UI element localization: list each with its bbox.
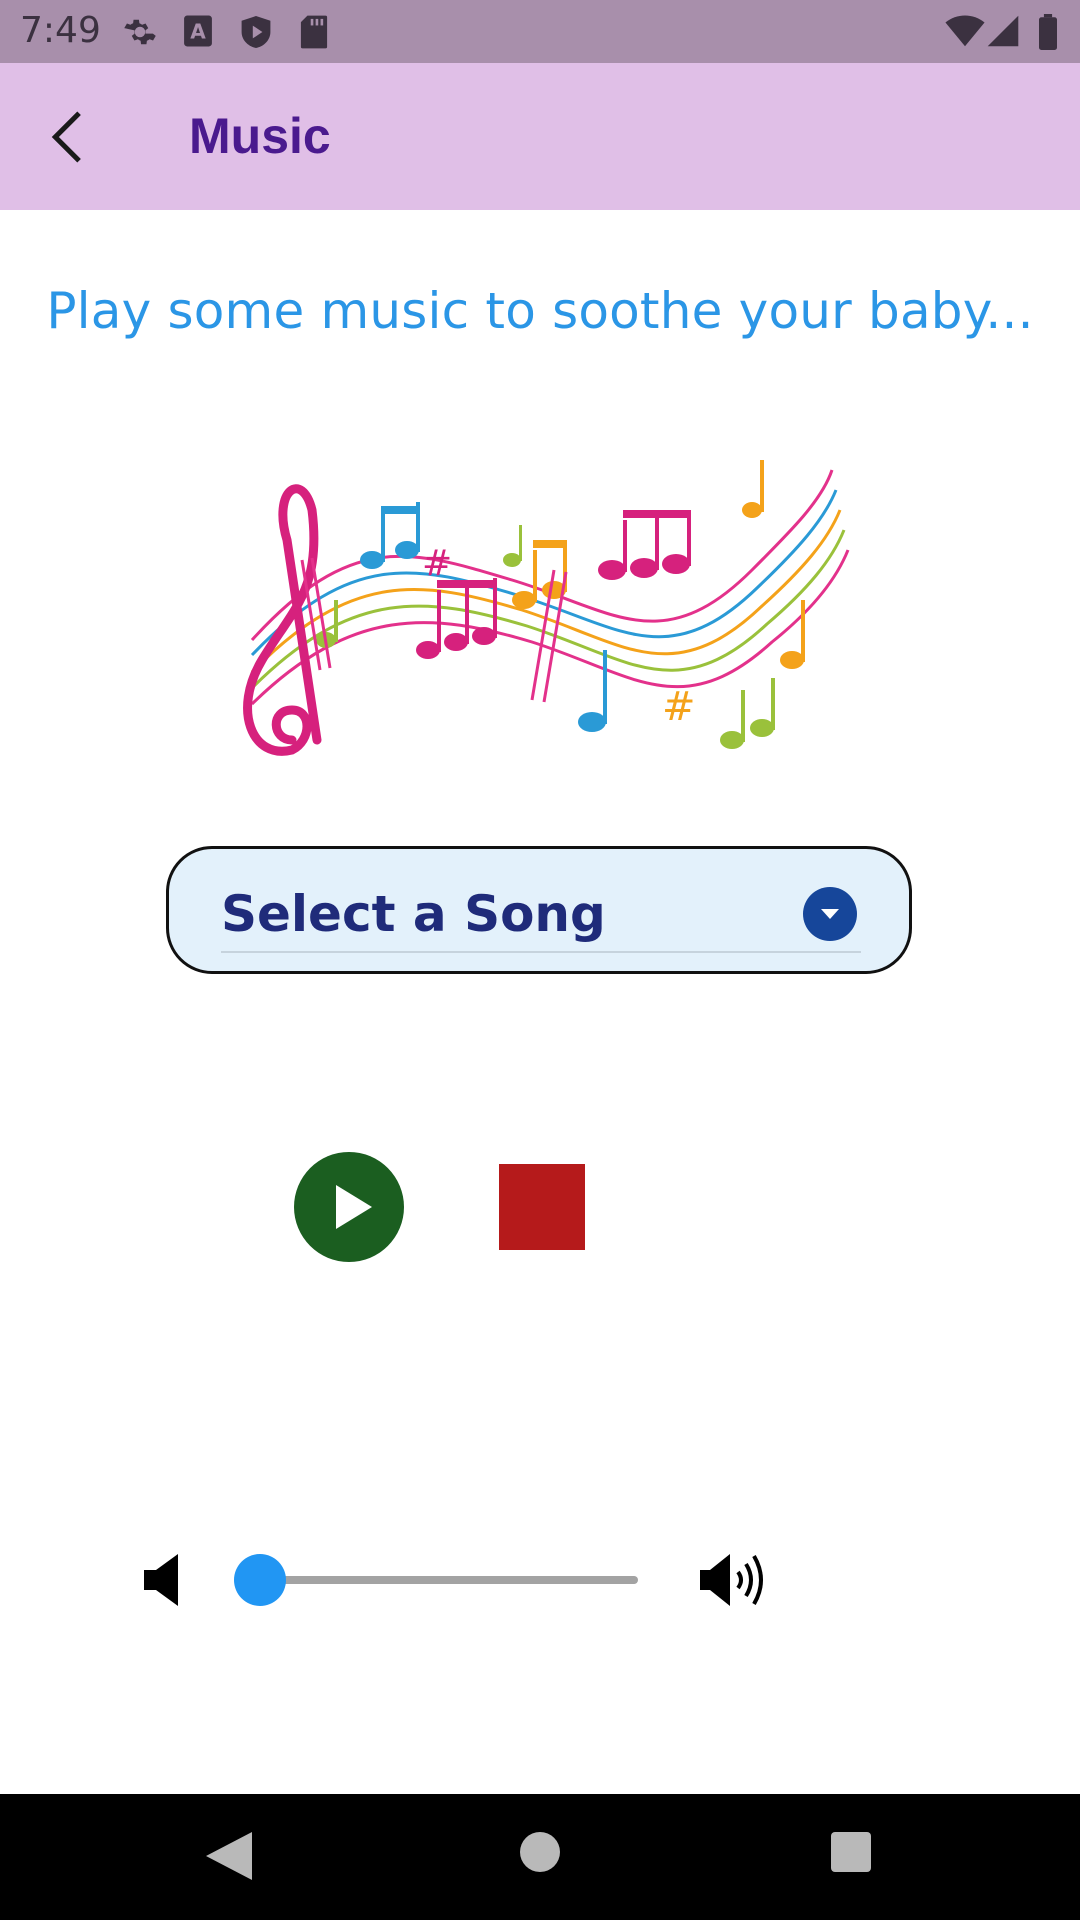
volume-slider-thumb[interactable] (234, 1554, 286, 1606)
signal-icon (987, 15, 1019, 47)
volume-low-icon[interactable] (140, 1552, 190, 1608)
music-notes-illustration: # # (243, 460, 850, 756)
font-a-icon: A (184, 15, 212, 47)
nav-recents-icon[interactable] (831, 1832, 871, 1872)
nav-back-icon[interactable] (204, 1830, 254, 1882)
chevron-left-icon (51, 111, 81, 163)
svg-text:#: # (422, 543, 452, 584)
status-bar: 7:49 A (0, 0, 1080, 63)
song-select-placeholder: Select a Song (221, 885, 606, 943)
sd-card-icon (300, 15, 328, 49)
svg-text:#: # (662, 684, 696, 730)
system-nav-bar (0, 1794, 1080, 1920)
volume-slider-track (260, 1576, 638, 1584)
stop-button[interactable] (499, 1164, 585, 1250)
volume-high-icon[interactable] (698, 1552, 770, 1608)
subtitle-text: Play some music to soothe your baby... (46, 282, 1034, 340)
shield-play-icon (241, 16, 271, 48)
back-button[interactable] (30, 99, 106, 175)
dropdown-circle-icon (803, 887, 857, 941)
page-title: Music (189, 108, 331, 164)
song-select-dropdown[interactable]: Select a Song (166, 846, 912, 974)
gear-icon (124, 19, 156, 45)
volume-slider[interactable] (232, 1552, 642, 1608)
play-button[interactable] (294, 1152, 404, 1262)
status-time: 7:49 (20, 10, 101, 51)
app-bar: Music (0, 63, 1080, 210)
song-select-underline (221, 951, 861, 953)
nav-home-icon[interactable] (520, 1832, 560, 1872)
svg-text:A: A (190, 20, 206, 44)
battery-icon (1039, 14, 1057, 50)
wifi-icon (945, 15, 985, 47)
play-icon (294, 1152, 404, 1262)
